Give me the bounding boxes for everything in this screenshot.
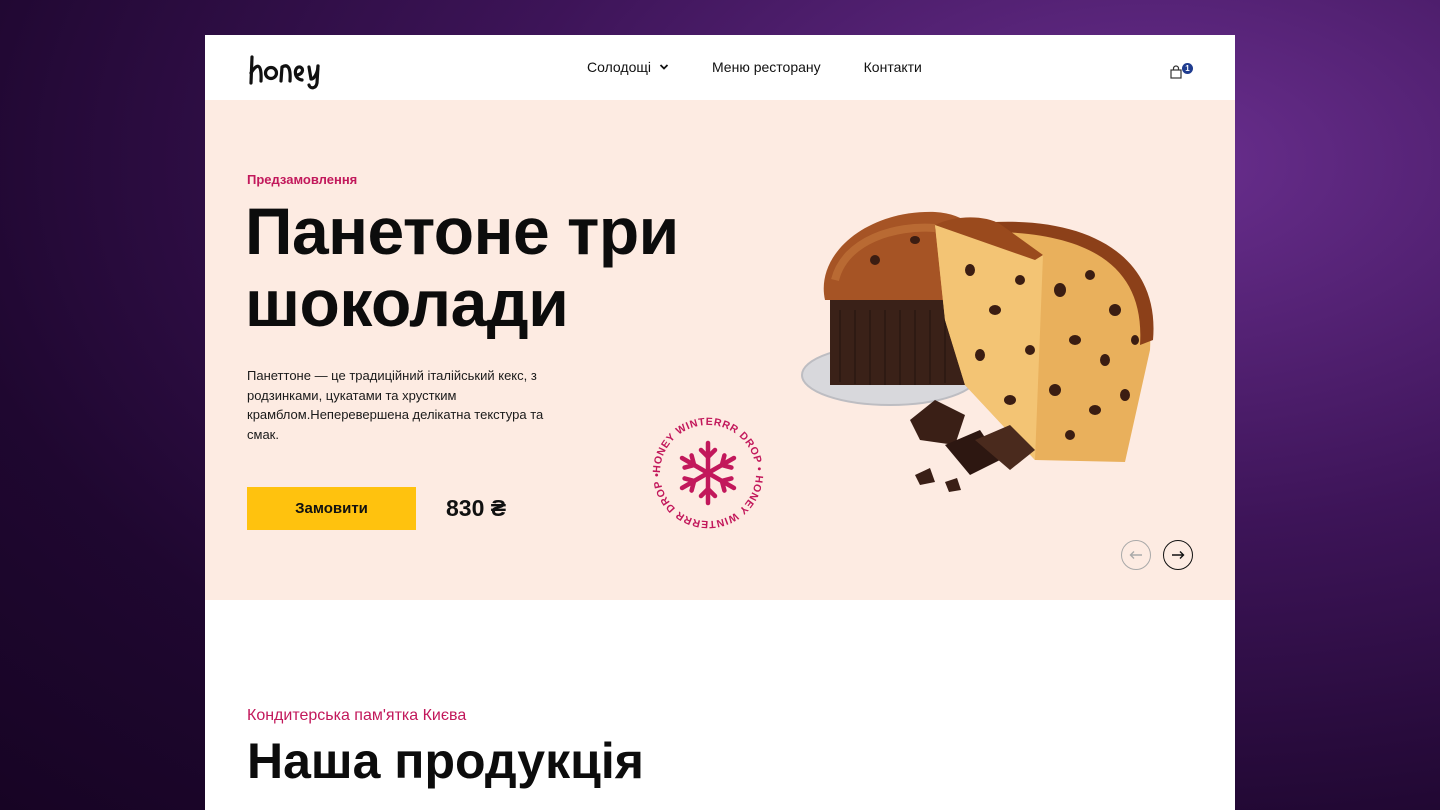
winter-drop-badge: HONEY WINTERRR DROP • HONEY WINTERRR DRO… — [651, 416, 765, 530]
honey-logo[interactable]: honey — [247, 49, 342, 91]
website-page: honey Солодощі Меню ресторану — [205, 35, 1235, 810]
hero-kicker: Предзамовлення — [247, 172, 358, 187]
arrow-right-icon — [1172, 551, 1185, 559]
hero-banner: Предзамовлення Панетоне три шоколади Пан… — [205, 100, 1235, 600]
order-button[interactable]: Замовити — [247, 487, 416, 530]
nav-item-restaurant-menu-label: Меню ресторану — [711, 59, 821, 75]
nav-item-restaurant-menu[interactable]: Меню ресторану — [712, 59, 821, 75]
cart-button[interactable]: 1 — [1170, 63, 1194, 79]
chevron-down-icon — [659, 64, 669, 70]
nav-item-contacts[interactable]: Контакти — [864, 59, 922, 75]
site-header: honey Солодощі Меню ресторану — [205, 35, 1235, 100]
arrow-left-icon — [1129, 551, 1142, 559]
cart-count-badge: 1 — [1182, 63, 1193, 74]
nav-item-sweets[interactable]: Солодощі — [587, 59, 669, 75]
products-kicker: Кондитерська пам'ятка Києва — [247, 707, 467, 724]
nav-item-contacts-label: Контакти — [863, 59, 922, 75]
products-title: Наша продукція — [247, 733, 644, 789]
panettone-image — [801, 211, 1154, 492]
carousel-prev-button[interactable] — [1121, 540, 1151, 570]
snowflake-icon — [679, 440, 737, 506]
carousel-next-button[interactable] — [1163, 540, 1193, 570]
main-nav: Солодощі Меню ресторану Контакти — [587, 59, 922, 75]
nav-item-sweets-label: Солодощі — [587, 59, 651, 75]
product-price: 830 ₴ — [446, 495, 507, 521]
hero-title: Панетоне три шоколади — [245, 194, 679, 340]
hero-description: Панеттоне — це традиційний італійський к… — [247, 368, 544, 442]
shopping-bag-icon — [1170, 65, 1182, 79]
